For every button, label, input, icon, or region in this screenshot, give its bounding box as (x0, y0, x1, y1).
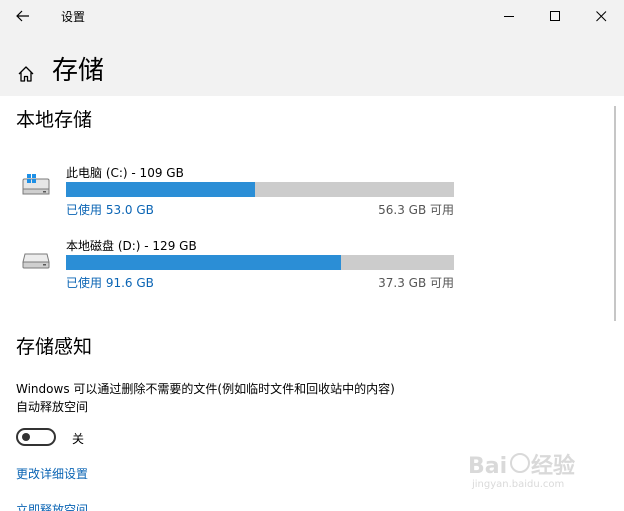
home-icon (18, 66, 34, 82)
close-button[interactable] (578, 0, 624, 32)
app-title: 设置 (61, 10, 86, 24)
back-button[interactable] (8, 2, 38, 30)
drive-c-used: 已使用 53.0 GB (66, 203, 154, 217)
maximize-icon (549, 10, 560, 21)
storage-sense-description-line2: 自动释放空间 (16, 400, 89, 414)
local-storage-title: 本地存储 (16, 109, 93, 131)
drive-c-usage-bar (66, 182, 454, 197)
settings-window: 设置 存储 本地存储 此电脑 (C:) - 109 GB 已使用 53.0 GB… (0, 0, 624, 511)
baidu-logo-icon: Bai 经验 jingyan.baidu.com (468, 453, 575, 490)
drive-d-free: 37.3 GB 可用 (378, 276, 454, 290)
svg-text:jingyan.baidu.com: jingyan.baidu.com (471, 479, 564, 489)
change-settings-link[interactable]: 更改详细设置 (16, 465, 88, 482)
baidu-jingyan-watermark: Bai 经验 jingyan.baidu.com (468, 449, 586, 493)
hard-drive-icon (22, 253, 50, 269)
free-space-now-link[interactable]: 立即释放空间 (16, 501, 88, 511)
page-header: 存储 (0, 32, 624, 96)
drive-d-name: 本地磁盘 (D:) - 129 GB (66, 239, 197, 253)
minimize-button[interactable] (486, 0, 532, 32)
svg-text:Bai: Bai (468, 454, 507, 479)
drive-d-usage-bar (66, 255, 454, 270)
minimize-icon (503, 15, 514, 17)
storage-sense-toggle-label: 关 (72, 432, 85, 446)
windows-drive-icon (22, 174, 50, 195)
page-title: 存储 (52, 56, 105, 86)
toggle-knob (22, 433, 30, 441)
drive-d-usage-fill (66, 255, 342, 270)
home-button[interactable] (14, 62, 38, 86)
drive-c-usage-fill (66, 182, 255, 197)
storage-content: 本地存储 此电脑 (C:) - 109 GB 已使用 53.0 GB 56.3 … (0, 96, 624, 511)
storage-sense-description: Windows 可以通过删除不需要的文件(例如临时文件和回收站中的内容) 自动释… (16, 380, 466, 416)
storage-sense-description-line1: Windows 可以通过删除不需要的文件(例如临时文件和回收站中的内容) (16, 382, 395, 396)
svg-text:经验: 经验 (531, 453, 575, 479)
drive-c-name: 此电脑 (C:) - 109 GB (66, 166, 184, 180)
close-icon (595, 10, 606, 21)
drive-c-free: 56.3 GB 可用 (378, 203, 454, 217)
title-bar: 设置 (0, 0, 624, 32)
drive-d-used: 已使用 91.6 GB (66, 276, 154, 290)
scrollbar[interactable] (614, 106, 616, 321)
storage-sense-title: 存储感知 (16, 336, 93, 358)
storage-sense-toggle[interactable] (16, 428, 56, 446)
drive-c-item[interactable]: 此电脑 (C:) - 109 GB 已使用 53.0 GB 56.3 GB 可用 (0, 164, 470, 224)
back-arrow-icon (16, 10, 29, 22)
drive-d-item[interactable]: 本地磁盘 (D:) - 129 GB 已使用 91.6 GB 37.3 GB 可… (0, 237, 470, 297)
maximize-button[interactable] (532, 0, 578, 32)
